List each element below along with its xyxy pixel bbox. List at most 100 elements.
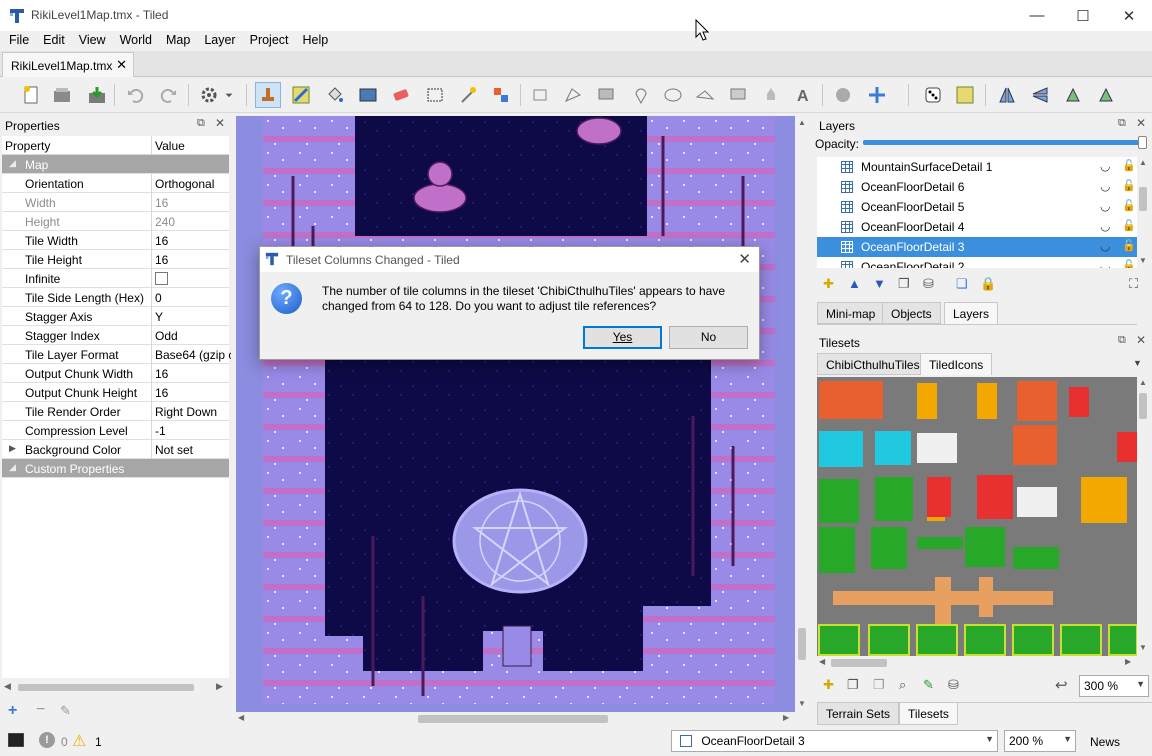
property-row[interactable]: Stagger Axis Y: [2, 307, 229, 326]
close-panel-icon[interactable]: ✕: [1136, 116, 1146, 130]
scroll-thumb[interactable]: [1139, 393, 1147, 419]
property-row[interactable]: Output Chunk Height 16: [2, 383, 229, 402]
menu-help[interactable]: Help: [296, 31, 336, 51]
property-row[interactable]: Tile Height 16: [2, 250, 229, 269]
layer-row[interactable]: OceanFloorDetail 2 ◡ 🔓: [817, 257, 1137, 268]
highlight-layer-icon[interactable]: ⛶: [1129, 276, 1138, 292]
close-panel-icon[interactable]: ✕: [215, 116, 225, 130]
visibility-eye-icon[interactable]: ◡: [1100, 179, 1110, 193]
tab-close-icon[interactable]: ✕: [116, 57, 127, 73]
property-value[interactable]: -1: [155, 424, 231, 438]
dialog-close-icon[interactable]: ✕: [738, 250, 751, 268]
warning-icon[interactable]: ⚠: [72, 731, 86, 751]
lower-layer-icon[interactable]: ▼: [873, 276, 886, 291]
tileset-grid[interactable]: [817, 377, 1137, 656]
error-icon[interactable]: !: [39, 732, 55, 748]
expand-arrow-icon[interactable]: ▶: [9, 443, 16, 454]
tab-chibicthulhutiles[interactable]: ChibiCthulhuTiles: [817, 353, 929, 375]
property-row[interactable]: Tile Render Order Right Down: [2, 402, 229, 421]
property-row[interactable]: Width 16: [2, 193, 229, 212]
menu-file[interactable]: File: [2, 31, 36, 51]
property-value[interactable]: Orthogonal: [155, 177, 231, 191]
scroll-thumb[interactable]: [18, 684, 194, 691]
tab-mini-map[interactable]: Mini-map: [817, 302, 885, 324]
redo-icon[interactable]: [156, 82, 182, 108]
collapse-arrow-icon[interactable]: ◢: [9, 462, 16, 473]
scroll-thumb[interactable]: [798, 628, 806, 660]
flip-vertical-icon[interactable]: [1027, 82, 1053, 108]
property-value[interactable]: 16: [155, 367, 231, 381]
insert-ellipse-icon[interactable]: [660, 82, 686, 108]
property-value[interactable]: 16: [155, 386, 231, 400]
property-row[interactable]: Tile Layer Format Base64 (gzip c: [2, 345, 231, 364]
maximize-button[interactable]: ☐: [1060, 0, 1106, 31]
select-same-tile-icon[interactable]: [488, 82, 514, 108]
new-file-icon[interactable]: [18, 82, 44, 108]
tileset-zoom-combo[interactable]: 300 % ▼: [1079, 675, 1149, 697]
close-button[interactable]: ✕: [1106, 0, 1152, 31]
scroll-thumb[interactable]: [1139, 187, 1147, 211]
random-mode-icon[interactable]: [920, 82, 946, 108]
select-objects-icon[interactable]: [528, 82, 554, 108]
tileset-properties-icon[interactable]: ✎: [923, 677, 934, 693]
property-value[interactable]: Right Down: [155, 405, 231, 419]
layer-row[interactable]: OceanFloorDetail 4 ◡ 🔓: [817, 217, 1137, 237]
property-row[interactable]: Tile Side Length (Hex) 0: [2, 288, 229, 307]
tileset-vscroll[interactable]: ▲ ▼: [1137, 377, 1150, 656]
insert-template-icon[interactable]: [758, 82, 784, 108]
undo-icon[interactable]: [122, 82, 148, 108]
map-canvas[interactable]: [263, 116, 775, 704]
tab-terrain-sets[interactable]: Terrain Sets: [817, 703, 900, 725]
property-row[interactable]: Output Chunk Width 16: [2, 364, 229, 383]
new-layer-icon[interactable]: ✚: [823, 276, 834, 292]
yes-button[interactable]: Yes: [583, 326, 662, 349]
properties-hscroll[interactable]: ◀ ▶: [2, 680, 229, 695]
tab-tiledicons[interactable]: TiledIcons: [920, 353, 993, 375]
scroll-thumb[interactable]: [418, 715, 608, 723]
current-layer-combo[interactable]: OceanFloorDetail 3 ▼: [671, 730, 998, 752]
map-zoom-combo[interactable]: 200 % ▼: [1004, 730, 1076, 752]
visibility-eye-icon[interactable]: ◡: [1100, 259, 1110, 268]
property-row[interactable]: Orientation Orthogonal: [2, 174, 229, 193]
export-tileset-icon[interactable]: ❐: [873, 677, 885, 693]
document-tab[interactable]: RikiLevel1Map.tmx ✕: [2, 52, 134, 77]
move-icon[interactable]: [864, 82, 890, 108]
menu-world[interactable]: World: [113, 31, 159, 51]
layers-vscroll[interactable]: ▲ ▼: [1137, 157, 1150, 268]
float-panel-icon[interactable]: ⧉: [1118, 334, 1126, 347]
layer-row[interactable]: MountainSurfaceDetail 1 ◡ 🔓: [817, 157, 1137, 177]
edit-tileset-icon[interactable]: ⌕: [899, 677, 906, 693]
visibility-eye-icon[interactable]: ◡: [1100, 159, 1110, 173]
scroll-thumb[interactable]: [831, 659, 887, 667]
lock-icon[interactable]: 🔓: [1122, 219, 1136, 232]
tileset-menu-icon[interactable]: ▼: [1133, 358, 1142, 368]
tab-layers[interactable]: Layers: [944, 302, 999, 324]
remove-property-icon[interactable]: −: [36, 701, 45, 719]
property-row[interactable]: ◢ Custom Properties: [2, 459, 229, 478]
property-value[interactable]: 16: [155, 253, 231, 267]
add-property-icon[interactable]: +: [8, 702, 17, 720]
property-value[interactable]: 0: [155, 291, 231, 305]
wang-fill-icon[interactable]: [952, 82, 978, 108]
flip-horizontal-icon[interactable]: [994, 82, 1020, 108]
lock-icon[interactable]: 🔓: [1122, 199, 1136, 212]
property-value[interactable]: Y: [155, 310, 231, 324]
property-value[interactable]: 16: [155, 196, 231, 210]
column-value[interactable]: Value: [155, 139, 185, 153]
opacity-slider[interactable]: [863, 140, 1145, 145]
infinite-checkbox[interactable]: [155, 272, 168, 285]
property-row[interactable]: Stagger Index Odd: [2, 326, 229, 345]
lock-icon[interactable]: 🔓: [1122, 259, 1136, 268]
property-row[interactable]: ▶ Background Color Not set: [2, 440, 229, 459]
insert-point-icon[interactable]: [628, 82, 654, 108]
commands-gear-icon[interactable]: [196, 82, 222, 108]
layer-row[interactable]: OceanFloorDetail 6 ◡ 🔓: [817, 177, 1137, 197]
menu-project[interactable]: Project: [243, 31, 296, 51]
layer-row[interactable]: OceanFloorDetail 3 ◡ 🔓: [817, 237, 1137, 257]
new-tileset-icon[interactable]: ✚: [823, 677, 834, 693]
property-row[interactable]: Tile Width 16: [2, 231, 229, 250]
layer-row[interactable]: OceanFloorDetail 5 ◡ 🔓: [817, 197, 1137, 217]
open-file-icon[interactable]: [49, 82, 75, 108]
close-panel-icon[interactable]: ✕: [1136, 333, 1146, 347]
float-panel-icon[interactable]: ⧉: [1118, 117, 1126, 130]
